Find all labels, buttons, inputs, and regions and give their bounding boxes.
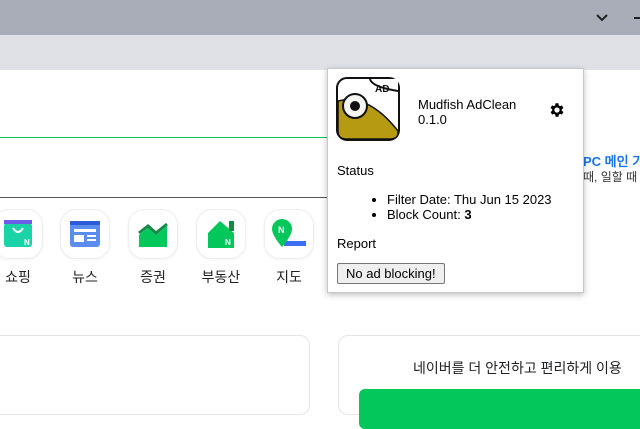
gear-icon[interactable] [548,101,566,119]
house-icon: N [208,221,234,248]
mudfish-logo: AD [336,77,400,141]
tab-strip [0,0,640,35]
svg-text:AD: AD [375,84,389,95]
status-heading: Status [337,163,374,178]
service-news[interactable]: 뉴스 [60,209,110,287]
service-shopping[interactable]: N 쇼핑 [0,209,43,287]
extension-version: 0.1.0 [418,112,447,127]
service-label: 지도 [276,269,302,285]
filter-date-label: Filter Date: [387,192,454,207]
block-count-value: 3 [464,207,472,222]
service-map[interactable]: N 지도 [264,209,314,287]
service-label: 증권 [140,269,166,285]
login-card: 네이버를 더 안전하고 편리하게 이용 [338,335,640,429]
svg-text:N: N [278,225,285,235]
service-label: 뉴스 [72,269,98,285]
svg-text:N: N [225,238,231,247]
chevron-down-icon[interactable] [592,8,612,28]
filter-date-item: Filter Date: Thu Jun 15 2023 [387,192,577,207]
status-list: Filter Date: Thu Jun 15 2023 Block Count… [387,192,577,222]
login-button[interactable] [359,389,640,429]
service-stocks[interactable]: 증권 [128,209,178,287]
stock-chart-icon [138,222,168,247]
service-real-estate[interactable]: N 부동산 [196,209,246,287]
block-count-label: Block Count: [387,207,465,222]
filter-date-value: Thu Jun 15 2023 [453,192,552,207]
login-card-text: 네이버를 더 안전하고 편리하게 이용 [413,360,622,376]
content-card [0,335,310,415]
extension-popup: AD Mudfish AdClean 0.1.0 Status Filter D… [327,68,584,293]
minimize-icon[interactable] [634,17,640,19]
promo-subtitle: 때, 일할 때 [583,170,638,184]
divider [0,197,327,198]
service-label: 쇼핑 [5,269,31,285]
shopping-icon: N [4,220,32,247]
svg-text:N: N [24,238,30,247]
block-count-item: Block Count: 3 [387,207,577,222]
extension-name: Mudfish AdClean [418,97,517,112]
no-ad-blocking-button[interactable]: No ad blocking! [337,263,445,284]
news-icon [70,221,100,247]
search-box-border [0,137,327,138]
browser-toolbar [0,35,640,103]
service-label: 부동산 [201,269,241,285]
report-heading: Report [337,236,377,251]
map-pin-icon: N [272,219,306,247]
